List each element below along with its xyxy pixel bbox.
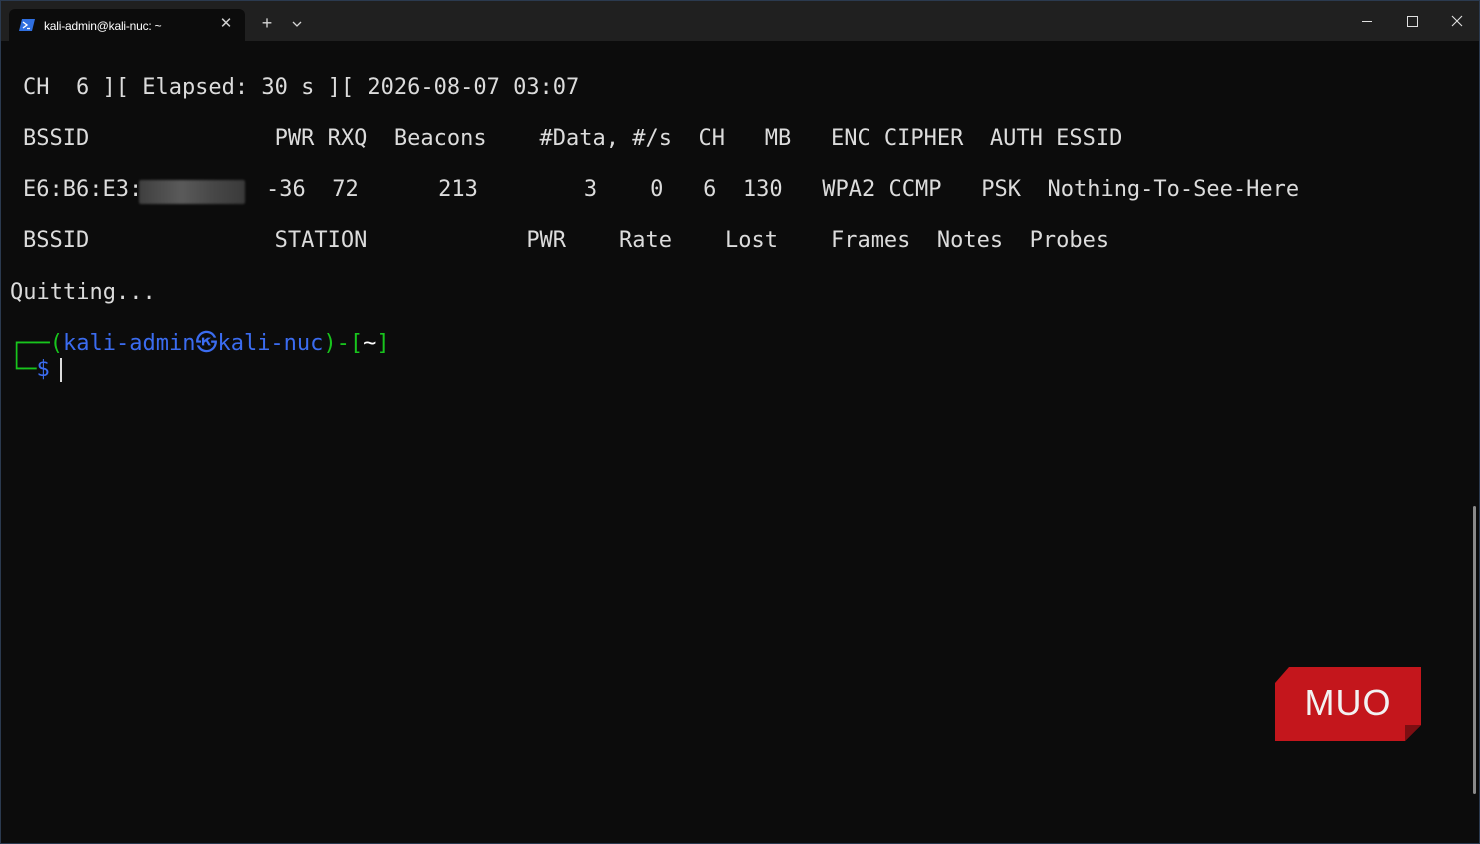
minimize-icon[interactable] bbox=[1345, 9, 1389, 35]
prompt-host: kali-nuc bbox=[217, 331, 324, 356]
text-cursor[interactable] bbox=[60, 358, 62, 382]
prompt-user: kali-admin bbox=[62, 331, 196, 356]
ap-table-header: BSSID PWR RXQ Beacons #Data, #/s CH MB E… bbox=[23, 126, 1123, 151]
title-bar: kali-admin@kali-nuc: ~ ✕ + bbox=[1, 1, 1479, 41]
logo-text: MUO bbox=[1305, 682, 1392, 723]
terminal-window: kali-admin@kali-nuc: ~ ✕ + CH 6 ][ Elaps… bbox=[0, 0, 1480, 844]
prompt-path: ~ bbox=[363, 331, 377, 356]
prompt-box-top: ┌──( bbox=[10, 331, 63, 356]
scrollbar[interactable] bbox=[1473, 506, 1476, 794]
terminal-output[interactable]: CH 6 ][ Elapsed: 30 s ][ 2026-08-07 03:0… bbox=[1, 42, 1479, 843]
prompt-box-bottom: └─ bbox=[10, 357, 37, 382]
close-icon[interactable] bbox=[1435, 9, 1479, 35]
prompt-at-symbol: ㉿ bbox=[195, 331, 218, 356]
airodump-status-line: CH 6 ][ Elapsed: 30 s ][ 2026-08-07 03:0… bbox=[23, 75, 580, 100]
chevron-down-icon[interactable] bbox=[287, 14, 307, 34]
powershell-icon bbox=[19, 19, 35, 31]
muo-logo: MUO bbox=[1275, 667, 1421, 741]
tab-close-icon[interactable]: ✕ bbox=[217, 15, 235, 33]
prompt-dollar: $ bbox=[36, 357, 50, 382]
redacted-bssid bbox=[139, 180, 245, 204]
prompt-line: ┌──(kali-admin㉿kali-nuc)-[~] bbox=[10, 331, 390, 357]
prompt-path-open: )-[ bbox=[323, 331, 364, 356]
station-table-header: BSSID STATION PWR Rate Lost Frames Notes… bbox=[23, 228, 1110, 253]
ap-row-bssid: E6:B6:E3: bbox=[23, 177, 143, 202]
maximize-icon[interactable] bbox=[1390, 9, 1434, 35]
new-tab-button[interactable]: + bbox=[257, 13, 277, 33]
tab-title: kali-admin@kali-nuc: ~ bbox=[44, 19, 162, 33]
prompt-path-close: ] bbox=[376, 331, 390, 356]
quitting-message: Quitting... bbox=[10, 280, 156, 305]
prompt-input-line: └─$ bbox=[10, 357, 50, 383]
tab-kali-admin[interactable]: kali-admin@kali-nuc: ~ ✕ bbox=[9, 9, 245, 41]
ap-row-values: -36 72 213 3 0 6 130 WPA2 CCMP PSK Nothi… bbox=[266, 177, 1300, 202]
